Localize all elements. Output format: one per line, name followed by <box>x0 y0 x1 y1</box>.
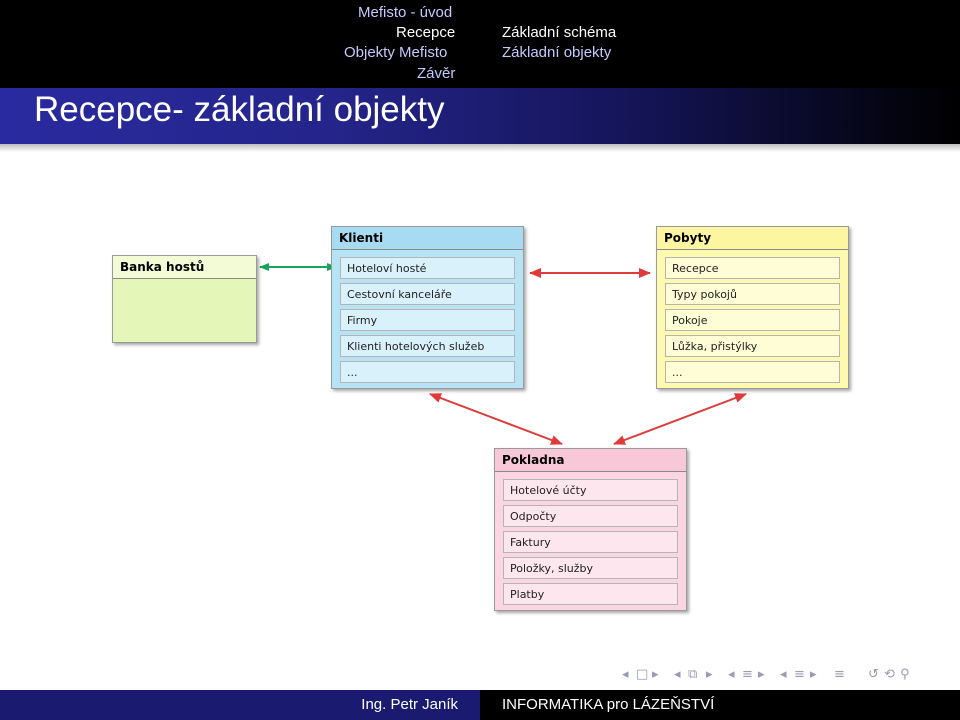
section-link-recepce[interactable]: Recepce <box>396 24 455 41</box>
nav-left-arrow-icon[interactable]: ◂ <box>780 666 787 684</box>
entity-box-banka-hostu: Banka hostů <box>112 255 257 343</box>
search-icon[interactable]: ⚲ <box>900 666 910 684</box>
entity-item: ... <box>665 361 840 383</box>
footer-bar: Ing. Petr Janík INFORMATIKA pro LÁZEŇSTV… <box>0 690 960 720</box>
section-link-mefisto-uvod[interactable]: Mefisto - úvod <box>358 4 452 21</box>
section-link-zaver[interactable]: Závěr <box>417 65 455 82</box>
section-link-objekty-mefisto[interactable]: Objekty Mefisto <box>344 44 447 61</box>
subsection-icon[interactable]: ⧉ <box>688 666 697 684</box>
nav-left-arrow-icon[interactable]: ◂ <box>622 666 629 684</box>
footer-author: Ing. Petr Janík <box>0 690 480 720</box>
entity-box-pobyty: Pobyty Recepce Typy pokojů Pokoje Lůžka,… <box>656 226 849 389</box>
entity-item: Faktury <box>503 531 678 553</box>
entity-item: Lůžka, přistýlky <box>665 335 840 357</box>
title-shadow <box>0 144 960 152</box>
entity-item: Recepce <box>665 257 840 279</box>
section-icon[interactable]: ≡ <box>742 666 753 684</box>
entity-box-pokladna: Pokladna Hotelové účty Odpočty Faktury P… <box>494 448 687 611</box>
section-icon[interactable]: ≡ <box>794 666 805 684</box>
nav-right-arrow-icon[interactable]: ▸ <box>758 666 765 684</box>
entity-item: Pokoje <box>665 309 840 331</box>
presentation-icon[interactable]: ≡ <box>834 666 845 684</box>
entity-item: Platby <box>503 583 678 605</box>
search-icon[interactable]: ⟲ <box>884 666 895 684</box>
entity-box-klienti: Klienti Hoteloví hosté Cestovní kancelář… <box>331 226 524 389</box>
entity-title-pobyty: Pobyty <box>657 227 848 250</box>
entity-item: Firmy <box>340 309 515 331</box>
nav-right-arrow-icon[interactable]: ▸ <box>810 666 817 684</box>
nav-right-arrow-icon[interactable]: ▸ <box>652 666 659 684</box>
header-bar: Mefisto - úvod Recepce Objekty Mefisto Z… <box>0 0 960 88</box>
subsection-link-zakladni-schema[interactable]: Základní schéma <box>502 24 616 41</box>
connector-pobyty-pokladna <box>613 393 747 445</box>
frame-icon[interactable]: □ <box>636 666 648 684</box>
entity-title-klienti: Klienti <box>332 227 523 250</box>
entity-item: Klienti hotelových služeb <box>340 335 515 357</box>
beamer-navigation: ◂ □ ▸ ◂ ⧉ ▸ ◂ ≡ ▸ ◂ ≡ ▸ ≡ ↺ ⟲ ⚲ <box>620 666 955 684</box>
entity-item: Položky, služby <box>503 557 678 579</box>
subsection-navigation: Základní schéma Základní objekty <box>480 0 960 88</box>
search-icon[interactable]: ↺ <box>868 666 879 684</box>
connector-klienti-pokladna <box>429 393 563 445</box>
entity-title-banka-hostu: Banka hostů <box>113 256 256 279</box>
entity-item: Hotelové účty <box>503 479 678 501</box>
entity-item: Typy pokojů <box>665 283 840 305</box>
subsection-link-zakladni-objekty[interactable]: Základní objekty <box>502 44 611 61</box>
section-navigation: Mefisto - úvod Recepce Objekty Mefisto Z… <box>0 0 480 88</box>
title-band: Recepce- základní objekty <box>0 88 960 144</box>
nav-left-arrow-icon[interactable]: ◂ <box>674 666 681 684</box>
entity-item: Cestovní kanceláře <box>340 283 515 305</box>
nav-left-arrow-icon[interactable]: ◂ <box>728 666 735 684</box>
entity-title-pokladna: Pokladna <box>495 449 686 472</box>
entity-item: Hoteloví hosté <box>340 257 515 279</box>
entity-item: ... <box>340 361 515 383</box>
nav-right-arrow-icon[interactable]: ▸ <box>706 666 713 684</box>
footer-title: INFORMATIKA pro LÁZEŇSTVÍ <box>480 690 960 720</box>
entity-item: Odpočty <box>503 505 678 527</box>
slide-title: Recepce- základní objekty <box>34 90 445 129</box>
